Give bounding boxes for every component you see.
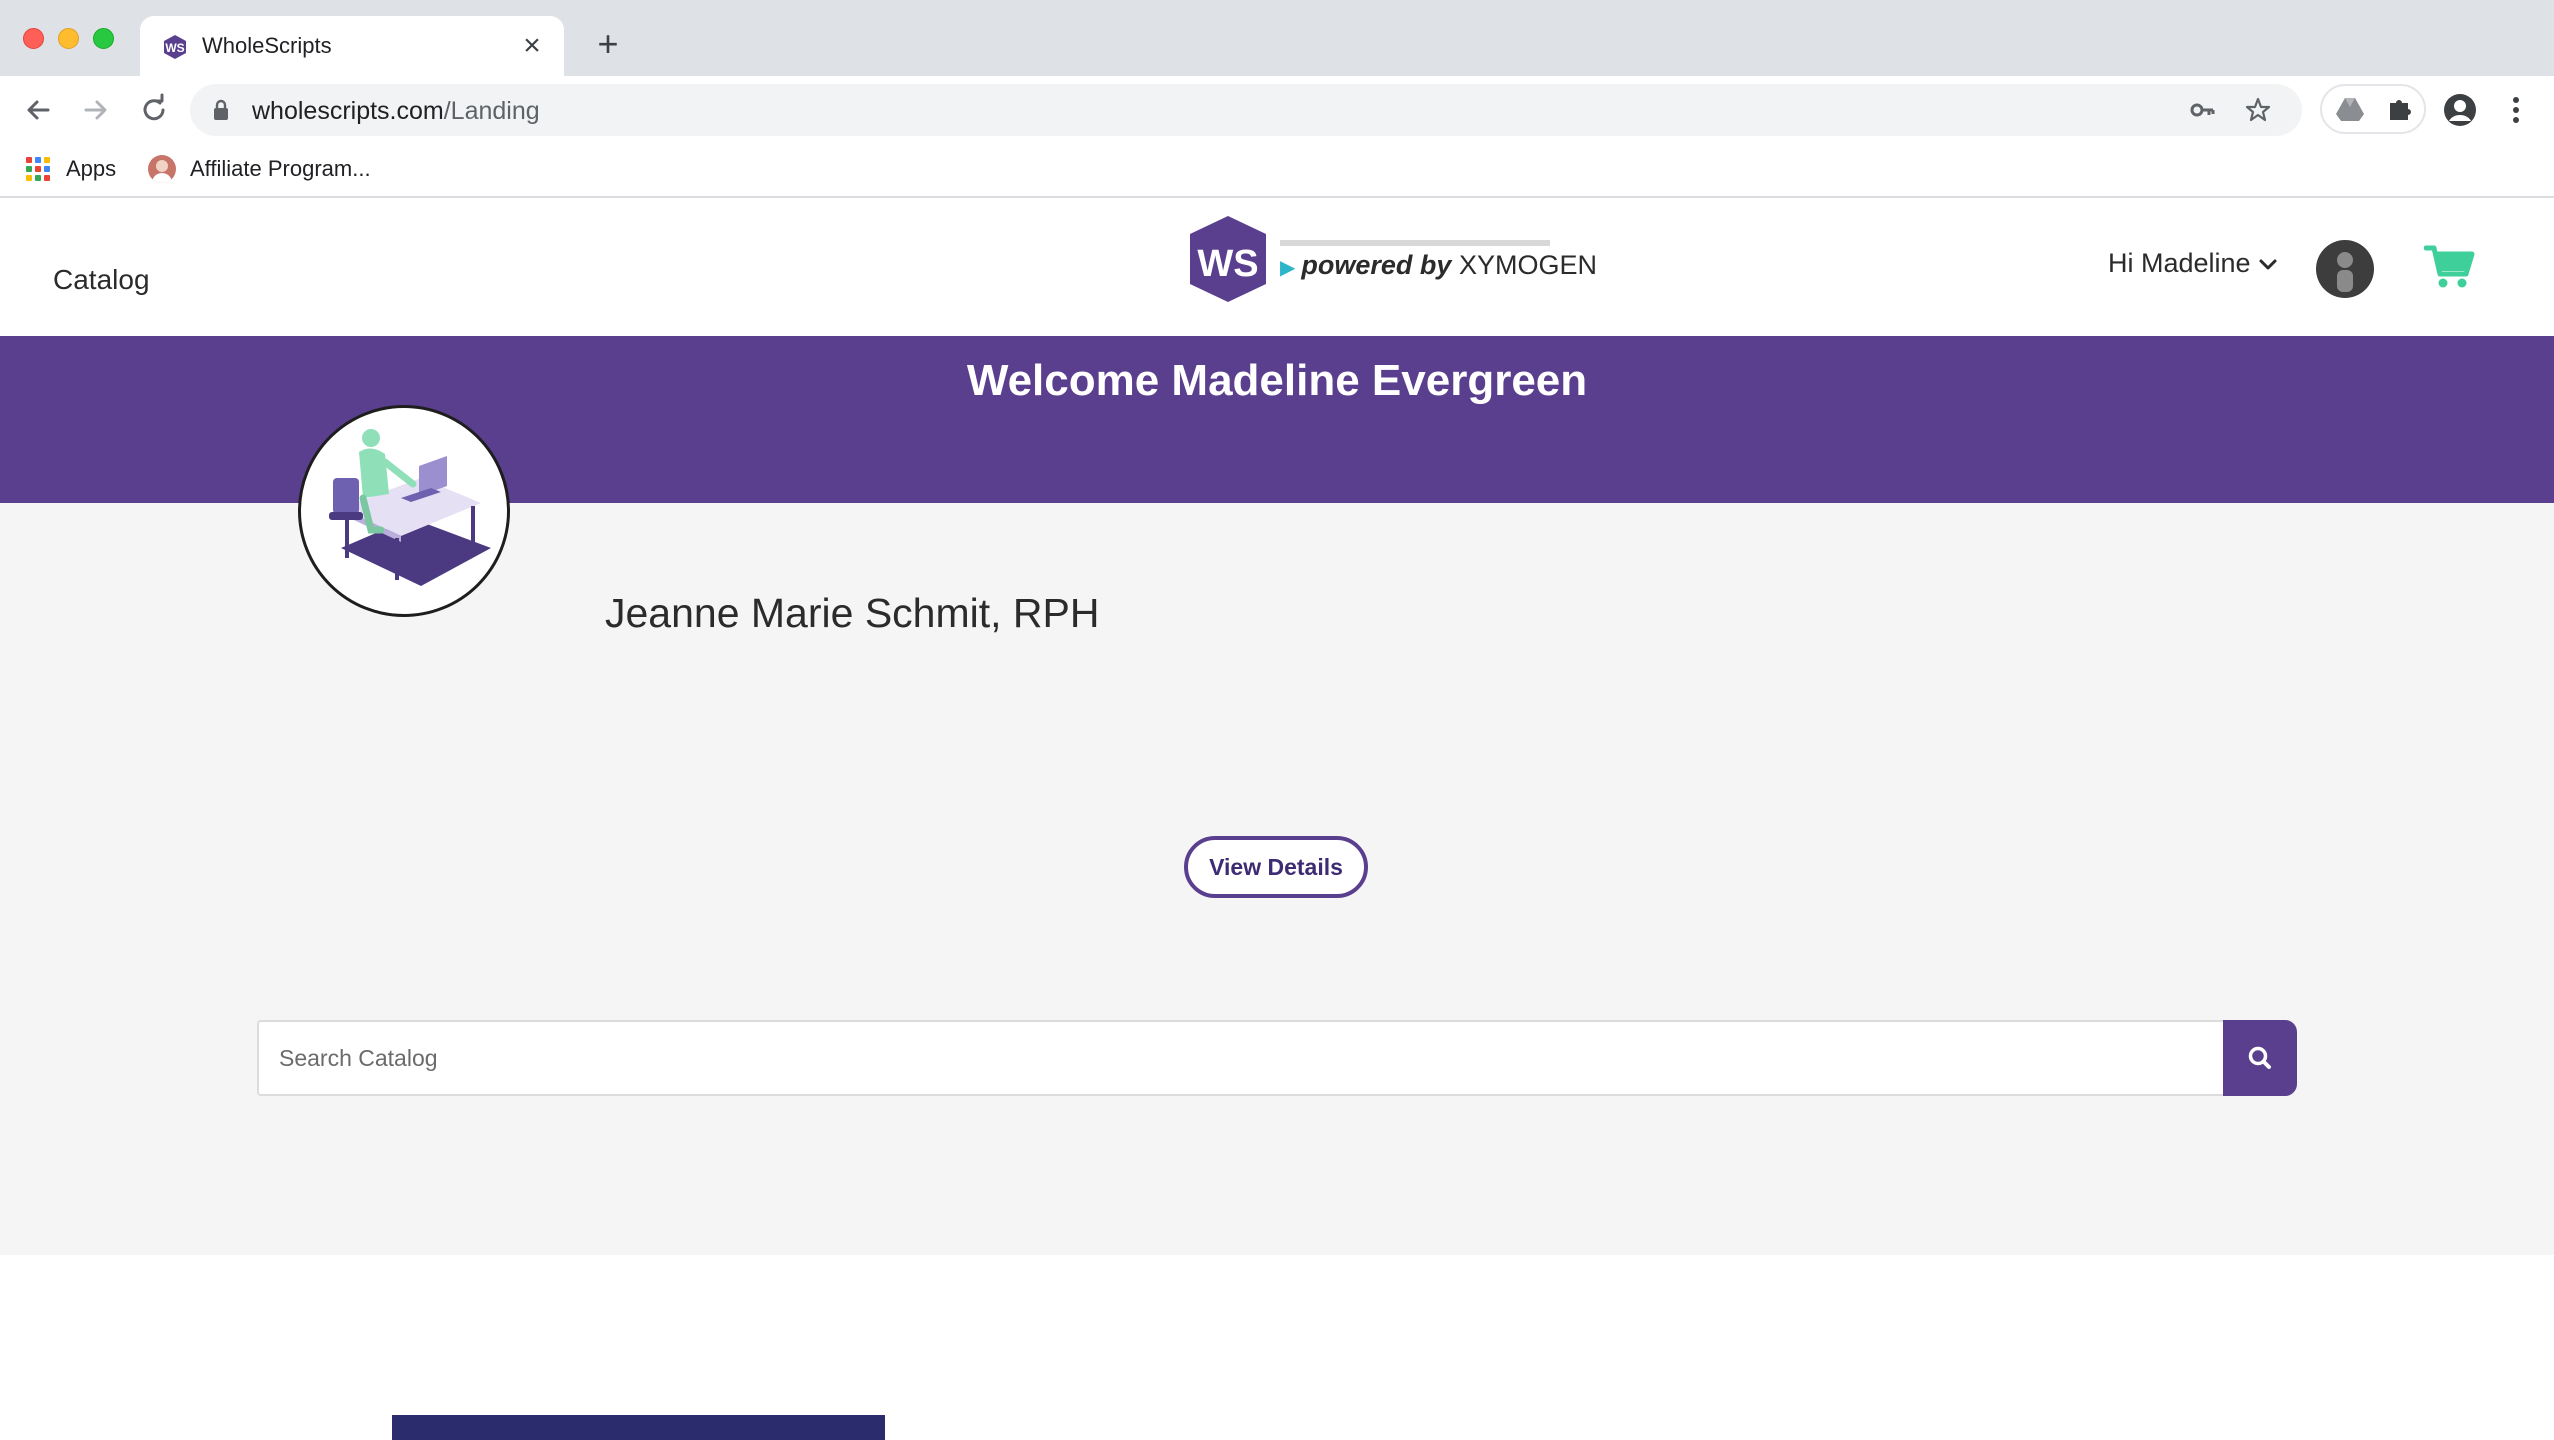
welcome-title: Welcome Madeline Evergreen bbox=[966, 356, 1588, 405]
url-text: wholescripts.com/Landing bbox=[252, 97, 540, 125]
reload-icon[interactable] bbox=[134, 90, 174, 130]
svg-text:WS: WS bbox=[1197, 243, 1258, 285]
affiliate-avatar-icon bbox=[148, 155, 176, 183]
view-details-button[interactable]: View Details bbox=[1184, 836, 1368, 898]
desk-worker-icon bbox=[329, 429, 491, 586]
user-avatar-icon[interactable] bbox=[2316, 240, 2374, 298]
bookmark-apps-label: Apps bbox=[66, 156, 117, 181]
bookmark-apps[interactable]: Apps bbox=[26, 152, 116, 186]
browser-titlebar: WS WholeScripts × + bbox=[0, 0, 2554, 76]
puzzle-extension-icon[interactable] bbox=[2384, 93, 2416, 125]
minimize-window-button[interactable] bbox=[58, 28, 79, 49]
footer-section-partial bbox=[392, 1415, 885, 1440]
catalog-nav-link[interactable]: Catalog bbox=[53, 264, 150, 296]
chevron-down-icon bbox=[2259, 259, 2277, 269]
close-tab-icon[interactable]: × bbox=[514, 28, 550, 64]
tab-title: WholeScripts bbox=[202, 33, 332, 58]
key-icon[interactable] bbox=[2188, 96, 2216, 124]
bookmark-star-icon[interactable] bbox=[2244, 96, 2272, 124]
browser-toolbar: wholescripts.com/Landing bbox=[0, 76, 2554, 144]
search-catalog-input[interactable] bbox=[257, 1020, 2223, 1096]
browser-tab-active[interactable]: WS WholeScripts × bbox=[140, 16, 564, 76]
bookmark-affiliate-program[interactable]: Affiliate Program... bbox=[148, 152, 371, 186]
maximize-window-button[interactable] bbox=[93, 28, 114, 49]
user-menu-dropdown[interactable]: Hi Madeline bbox=[2108, 248, 2279, 279]
wholescripts-favicon-icon: WS bbox=[164, 35, 186, 59]
shopping-cart-icon[interactable] bbox=[2424, 242, 2476, 290]
back-arrow-icon[interactable] bbox=[18, 90, 58, 130]
browser-menu-icon[interactable] bbox=[2500, 92, 2532, 128]
bookmarks-bar: Apps Affiliate Program... bbox=[0, 144, 2554, 198]
catalog-search bbox=[257, 1020, 2297, 1096]
search-button[interactable] bbox=[2223, 1020, 2297, 1096]
practitioner-illustration bbox=[298, 405, 510, 617]
new-tab-button[interactable]: + bbox=[586, 24, 630, 64]
google-drive-icon[interactable] bbox=[2334, 93, 2366, 125]
svg-text:WS: WS bbox=[165, 41, 184, 55]
site-header: Catalog WS ▶ powered by XYMOGEN Hi Madeli… bbox=[0, 198, 2554, 336]
user-greeting: Hi Madeline bbox=[2108, 248, 2251, 278]
forward-arrow-icon[interactable] bbox=[76, 90, 116, 130]
apps-grid-icon bbox=[26, 157, 50, 181]
search-icon bbox=[2248, 1046, 2271, 1069]
close-window-button[interactable] bbox=[23, 28, 44, 49]
bookmark-affiliate-label: Affiliate Program... bbox=[190, 156, 371, 181]
address-bar[interactable]: wholescripts.com/Landing bbox=[190, 84, 2302, 136]
practitioner-name: Jeanne Marie Schmit, RPH bbox=[605, 590, 1100, 636]
extensions-group bbox=[2320, 84, 2426, 134]
profile-account-icon[interactable] bbox=[2442, 92, 2478, 128]
logo-powered-by: ▶ powered by XYMOGEN bbox=[1280, 250, 1597, 280]
lock-icon bbox=[214, 99, 228, 120]
